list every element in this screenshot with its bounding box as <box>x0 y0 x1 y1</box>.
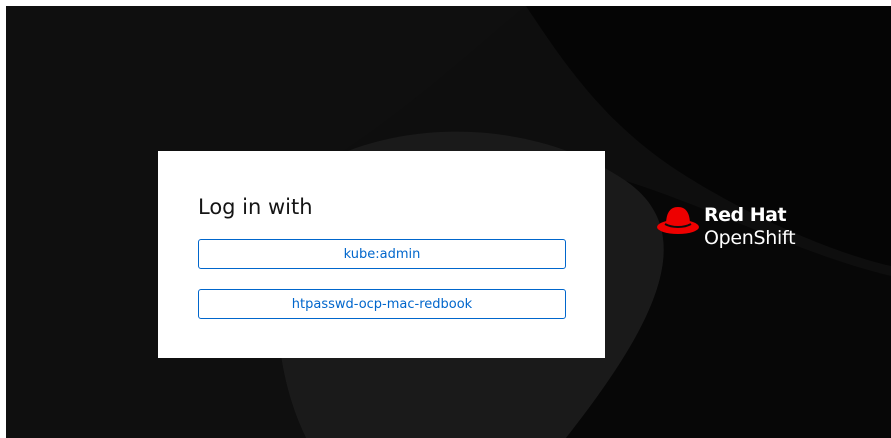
login-background: Log in with kube:admin htpasswd-ocp-mac-… <box>6 6 891 438</box>
brand-name-red-hat: Red Hat <box>704 204 787 226</box>
brand-name-openshift: OpenShift <box>704 227 796 249</box>
login-card: Log in with kube:admin htpasswd-ocp-mac-… <box>158 151 605 358</box>
red-hat-fedora-icon <box>657 207 699 234</box>
idp-button-htpasswd[interactable]: htpasswd-ocp-mac-redbook <box>198 289 566 319</box>
login-title: Log in with <box>198 195 313 219</box>
brand-logo: Red Hat OpenShift <box>656 202 826 262</box>
idp-button-kube-admin[interactable]: kube:admin <box>198 239 566 269</box>
